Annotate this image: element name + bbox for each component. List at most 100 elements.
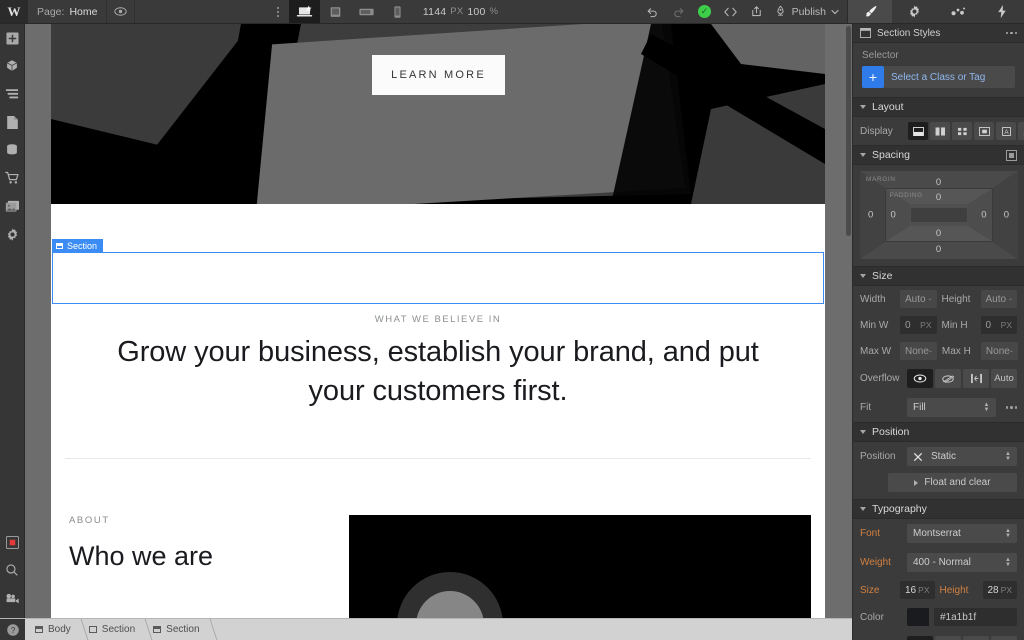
padding-left-value[interactable]: 0 [891,210,896,221]
width-value: Auto [905,293,926,305]
sidebar-item-pages[interactable] [0,108,25,136]
position-select[interactable]: Static ▲ ▼ [907,447,1017,466]
believe-eyebrow: WHAT WE BELIEVE IN [374,314,502,325]
fit-select[interactable]: Fill ▲ ▼ [907,398,996,417]
page-selector[interactable]: Page: Home [28,0,108,23]
about-section[interactable]: ABOUT Who we are [51,459,825,618]
selector-input[interactable]: + Select a Class or Tag [862,66,1015,88]
canvas-scrollbar[interactable] [846,26,851,236]
breadcrumb-item-body[interactable]: Body [25,619,79,640]
overflow-auto-button[interactable]: Auto [991,369,1017,388]
overflow-visible-button[interactable] [907,369,933,388]
maxw-field[interactable]: None - [900,342,937,360]
preview-toggle[interactable] [107,0,136,23]
display-inline-button[interactable]: A [996,122,1016,140]
width-field[interactable]: Auto - [900,290,937,308]
sidebar-item-ecommerce[interactable] [0,164,25,192]
sidebar-item-video-badge[interactable] [0,528,25,556]
sidebar-item-components[interactable] [0,52,25,80]
tab-interactions-panel[interactable] [936,0,980,23]
publish-status-button[interactable]: ✓ [692,0,718,23]
maxw-label: Max W [860,345,892,357]
minw-field[interactable]: 0 PX [900,316,937,334]
padding-top-value[interactable]: 0 [936,192,941,203]
tab-effects-panel[interactable] [980,0,1024,23]
about-image[interactable] [349,514,811,618]
sidebar-item-cms-collections[interactable] [0,136,25,164]
margin-left-value[interactable]: 0 [868,210,873,221]
eye-slash-icon [942,374,955,383]
code-view-button[interactable] [718,0,744,23]
sidebar-item-site-settings[interactable] [0,220,25,248]
typography-section-header[interactable]: Typography [853,499,1024,519]
padding-box[interactable]: PADDING 0 0 0 0 [884,188,993,242]
color-swatch[interactable] [907,608,929,626]
align-left-button[interactable] [907,636,933,640]
viewport-size-indicator[interactable]: 1144 PX 100 % [413,0,508,23]
help-button[interactable]: ? [0,619,25,640]
breadcrumb-label: Section [166,624,200,635]
margin-bottom-value[interactable]: 0 [936,244,941,255]
undo-button[interactable] [640,0,666,23]
height-field[interactable]: Auto - [980,290,1017,308]
line-height-field[interactable]: 28 PX [982,581,1017,599]
tab-settings-panel[interactable] [892,0,936,23]
align-right-button[interactable] [963,636,989,640]
align-center-button[interactable] [935,636,961,640]
gear-icon [5,227,20,242]
export-button[interactable] [744,0,770,23]
display-inline-block-button[interactable] [974,122,994,140]
more-options-icon[interactable] [267,0,289,23]
overflow-scroll-button[interactable] [963,369,989,388]
stepper-icon: ▲ ▼ [1005,556,1011,568]
plus-icon[interactable]: + [862,66,884,88]
hero-section[interactable]: LEARN MORE [51,24,825,204]
margin-top-value[interactable]: 0 [936,177,941,188]
learn-more-button[interactable]: LEARN MORE [372,55,505,95]
overflow-hidden-button[interactable] [935,369,961,388]
redo-button[interactable] [666,0,692,23]
margin-box[interactable]: MARGIN 0 0 0 0 PADDING 0 0 0 0 [860,171,1018,259]
display-none-button[interactable] [1018,122,1024,140]
maxh-field[interactable]: None - [980,342,1018,360]
selected-empty-section[interactable]: Section [52,239,824,304]
webflow-logo[interactable]: W [0,0,28,23]
size-section-header[interactable]: Size [853,266,1024,286]
margin-right-value[interactable]: 0 [1004,210,1009,221]
sidebar-item-navigator[interactable] [0,80,25,108]
design-canvas[interactable]: LEARN MORE Section WHAT WE BELIEVE IN Gr… [25,24,852,618]
display-flex-button[interactable] [930,122,950,140]
display-block-button[interactable] [908,122,928,140]
float-and-clear-button[interactable]: Float and clear [888,473,1017,492]
sidebar-item-assets[interactable] [0,192,25,220]
layout-section-header[interactable]: Layout [853,97,1024,117]
display-grid-button[interactable] [952,122,972,140]
breadcrumb-item-section-2[interactable]: Section [143,619,207,640]
device-tablet-button[interactable] [320,0,351,23]
height-dropdown-icon: - [1009,294,1012,304]
align-justify-button[interactable] [991,636,1017,640]
sidebar-item-search[interactable] [0,556,25,584]
weight-select[interactable]: 400 - Normal ▲ ▼ [907,553,1017,572]
line-height-value: 28 [987,584,999,596]
publish-button[interactable]: Publish [770,0,847,23]
sidebar-item-video[interactable] [0,584,25,612]
padding-right-value[interactable]: 0 [981,210,986,221]
sidebar-item-add-elements[interactable] [0,24,25,52]
lock-spacing-icon[interactable] [1006,149,1017,161]
device-mobile-landscape-button[interactable] [351,0,382,23]
device-mobile-portrait-button[interactable] [382,0,413,23]
device-desktop-button[interactable] [288,0,320,23]
fit-value: Fill [913,402,926,413]
breadcrumb-item-section-1[interactable]: Section [79,619,143,640]
color-value-field[interactable]: #1a1b1f [934,608,1017,626]
minh-field[interactable]: 0 PX [980,316,1017,334]
fit-more-icon[interactable] [1001,406,1017,409]
more-options-icon[interactable] [1005,31,1017,35]
position-section-header[interactable]: Position [853,422,1024,442]
padding-bottom-value[interactable]: 0 [936,228,941,239]
tab-style-panel[interactable] [848,0,893,23]
font-select[interactable]: Montserrat ▲ ▼ [907,524,1017,543]
font-size-field[interactable]: 16 PX [900,581,935,599]
spacing-section-header[interactable]: Spacing [853,145,1024,165]
